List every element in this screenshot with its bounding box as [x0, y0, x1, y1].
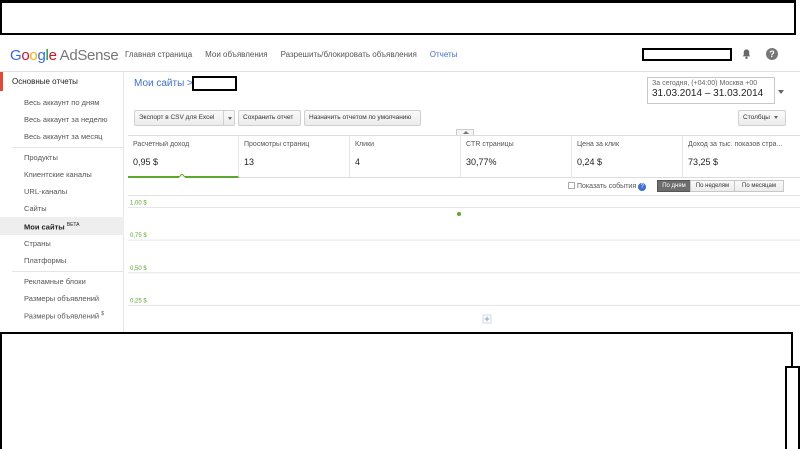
metric-cpc[interactable]: Цена за клик 0,24 $ [572, 136, 683, 178]
sidebar-item-ad-sizes-dollar[interactable]: Размеры объявлений $ [24, 311, 104, 321]
add-annotation-icon[interactable] [482, 314, 492, 324]
sidebar-item-products[interactable]: Продукты [24, 153, 58, 162]
chart-toolbar: Показать события? По дням По неделям По … [128, 178, 800, 195]
period-daily-button[interactable]: По дням [657, 180, 691, 192]
sidebar-item-url-channels[interactable]: URL-каналы [24, 187, 67, 196]
sidebar-divider [12, 271, 124, 272]
sidebar-item-countries[interactable]: Страны [24, 239, 51, 248]
redaction-top [0, 0, 796, 35]
breadcrumb[interactable]: Мои сайты > [134, 78, 193, 89]
y-tick-label: 1,00 $ [130, 201, 147, 207]
redaction-bottom-right [785, 366, 800, 449]
help-icon[interactable]: ? [766, 48, 778, 60]
export-csv-button[interactable]: Экспорт в CSV для Excel [134, 110, 227, 126]
export-dropdown-button[interactable] [223, 110, 235, 126]
sidebar-item-account-daily[interactable]: Весь аккаунт по дням [24, 98, 99, 107]
metric-page-rpm[interactable]: Доход за тыс. показов стра... 73,25 $ [683, 136, 800, 178]
adsense-logo[interactable]: Google AdSense [10, 47, 119, 64]
site-name-redacted [192, 76, 237, 91]
top-bar: Google AdSense Главная страница Мои объяв… [0, 40, 800, 72]
chevron-down-icon[interactable] [778, 90, 784, 94]
sidebar-item-account-monthly[interactable]: Весь аккаунт за месяц [24, 132, 102, 141]
earnings-chart-svg: 1,00 $ 0,75 $ 0,50 $ 0,25 $ [128, 195, 800, 324]
date-range-timezone: За сегодня, (+04:00) Москва +00 [652, 80, 758, 87]
sidebar: Основные отчеты Весь аккаунт по дням Вес… [0, 72, 124, 332]
chevron-down-icon [228, 117, 232, 120]
earnings-chart: 1,00 $ 0,75 $ 0,50 $ 0,25 $ [128, 195, 800, 332]
beta-badge: BETA [66, 222, 80, 228]
save-report-button[interactable]: Сохранить отчет [238, 110, 301, 126]
help-icon[interactable]: ? [638, 183, 647, 191]
sidebar-item-sites[interactable]: Сайты [24, 204, 47, 213]
sidebar-item-my-sites[interactable]: Мои сайты BETA [24, 222, 79, 232]
y-tick-label: 0,75 $ [130, 233, 147, 239]
date-range-value: 31.03.2014 – 31.03.2014 [652, 88, 764, 99]
bell-icon[interactable] [741, 48, 752, 60]
account-redacted[interactable] [642, 48, 732, 61]
columns-button[interactable]: Столбцы [738, 110, 786, 126]
data-point [457, 212, 461, 217]
sidebar-item-ad-sizes[interactable]: Размеры объявлений [24, 294, 99, 303]
show-events-toggle[interactable]: Показать события? [568, 182, 647, 191]
redaction-bottom [0, 332, 793, 449]
sidebar-item-ad-units[interactable]: Рекламные блоки [24, 277, 86, 286]
nav-my-ads[interactable]: Мои объявления [205, 50, 267, 59]
period-monthly-button[interactable]: По месяцам [734, 180, 784, 192]
metric-page-ctr[interactable]: CTR страницы 30,77% [461, 136, 572, 178]
y-tick-label: 0,25 $ [130, 298, 147, 304]
metrics-bar: Расчетный доход 0,95 $ Просмотры страниц… [128, 135, 800, 178]
sidebar-main-reports[interactable]: Основные отчеты [0, 72, 124, 91]
metric-clicks[interactable]: Клики 4 [350, 136, 461, 178]
nav-home[interactable]: Главная страница [125, 50, 192, 59]
period-weekly-button[interactable]: По неделям [690, 180, 735, 192]
date-range-picker[interactable]: За сегодня, (+04:00) Москва +00 31.03.20… [647, 77, 784, 104]
show-events-checkbox[interactable] [568, 182, 575, 189]
main-nav: Главная страница Мои объявления Разрешит… [125, 50, 470, 59]
metric-page-views[interactable]: Просмотры страниц 13 [239, 136, 350, 178]
chevron-up-icon [463, 131, 469, 134]
sidebar-item-platforms[interactable]: Платформы [24, 256, 66, 265]
sidebar-divider [12, 147, 124, 148]
report-content: Мои сайты > За сегодня, (+04:00) Москва … [128, 72, 800, 332]
metric-estimated-earnings[interactable]: Расчетный доход 0,95 $ [128, 136, 239, 178]
set-default-report-button[interactable]: Назначить отчетом по умолчанию [304, 110, 421, 126]
nav-reports[interactable]: Отчеты [430, 50, 458, 59]
sidebar-item-account-weekly[interactable]: Весь аккаунт за неделю [24, 115, 107, 124]
y-tick-label: 0,50 $ [130, 266, 147, 272]
nav-allow-block-ads[interactable]: Разрешить/блокировать объявления [281, 50, 417, 59]
sidebar-item-custom-channels[interactable]: Клиентские каналы [24, 170, 92, 179]
chevron-down-icon [773, 115, 778, 119]
